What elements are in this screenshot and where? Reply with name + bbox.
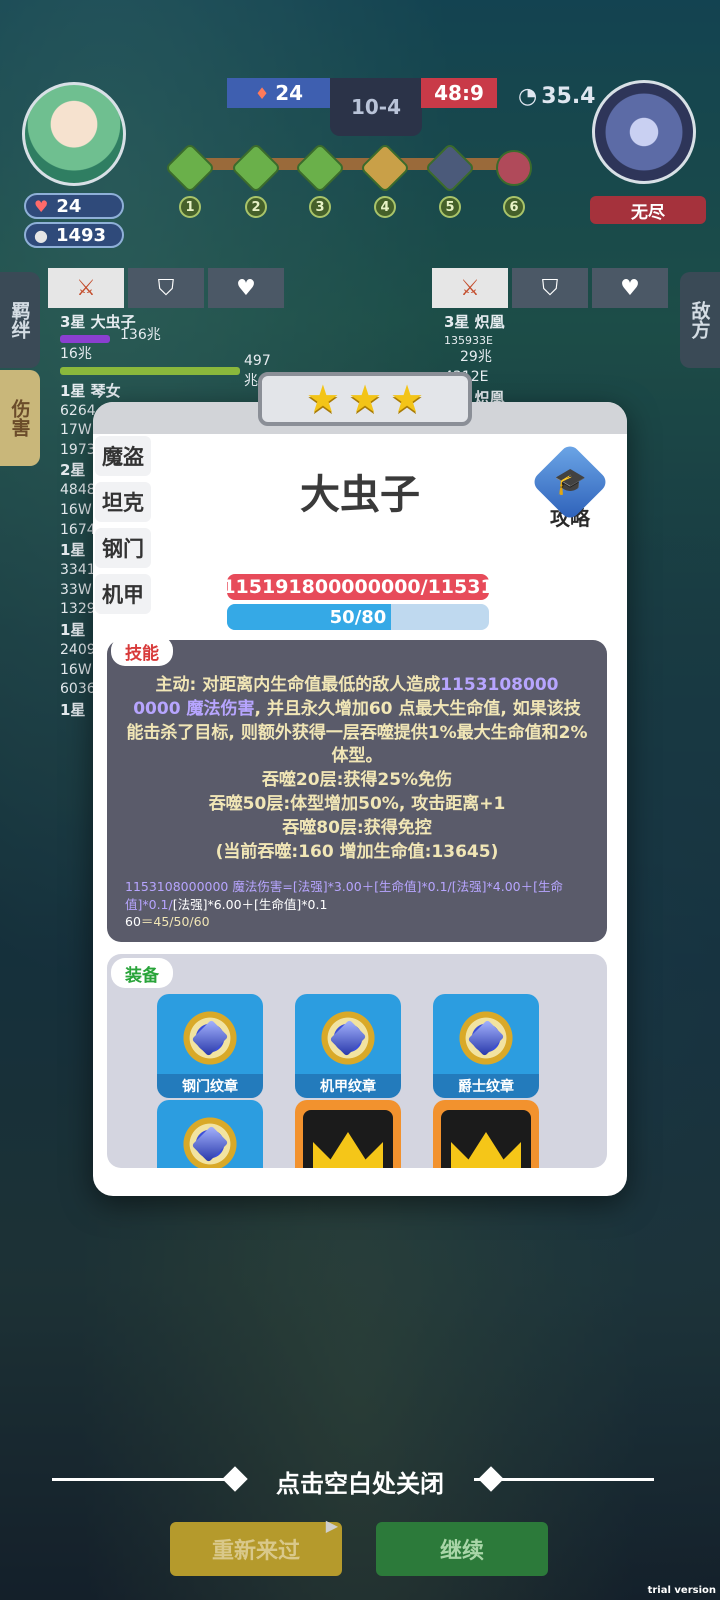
mana-bar: 50/80	[227, 604, 489, 630]
equipment-slot[interactable]: 钢门纹章	[157, 994, 263, 1098]
stage-num-4: 4	[374, 196, 396, 218]
skill-line: (当前吞噬:160 增加生命值:13645)	[215, 841, 499, 862]
heart-icon: ♥	[34, 196, 49, 216]
equipment-slot[interactable]	[295, 1100, 401, 1168]
shield-icon: ⛉	[157, 275, 175, 301]
sword-icon: ⚔	[76, 275, 96, 301]
retry-label: 重新来过	[211, 1539, 300, 1564]
shield-tab[interactable]: ⛉	[128, 268, 204, 308]
divider-line	[474, 1478, 654, 1481]
coin-icon: ●	[34, 225, 48, 245]
tab-enemy[interactable]: 敌方	[680, 272, 720, 368]
right-damage-list: 3星 炽凰 135933E 29兆 4312E 3星 炽凰	[444, 312, 664, 409]
stage-num-2: 2	[245, 196, 267, 218]
sword-icon: ⚔	[460, 275, 480, 301]
star-rating: ★ ★ ★	[258, 372, 472, 426]
unit-row-value: 29兆	[460, 349, 492, 366]
skill-section: 技能 主动: 对距离内生命值最低的敌人造成1153108000 0000 魔法伤…	[107, 636, 607, 942]
tab-damage[interactable]: 伤害	[0, 370, 40, 466]
player-avatar[interactable]	[22, 82, 126, 186]
crown-icon	[441, 1110, 531, 1168]
continue-button[interactable]: 继续	[376, 1522, 548, 1576]
unit-row-title: 3星 大虫子	[60, 313, 136, 331]
enemy-name: 无尽	[590, 196, 706, 224]
damage-bar	[60, 366, 240, 375]
skill-line: 吞噬80层:获得免控	[282, 817, 432, 838]
enemy-avatar[interactable]	[592, 80, 696, 184]
stage-num-1: 1	[179, 196, 201, 218]
skill-tag: 技能	[111, 636, 173, 666]
timer-value: 35.4	[541, 84, 596, 109]
skill-description: 主动: 对距离内生命值最低的敌人造成1153108000 0000 魔法伤害, …	[125, 674, 589, 864]
equipment-section: 装备 钢门纹章 机甲纹章 爵士纹章	[107, 954, 607, 1168]
class-tag[interactable]: 钢门	[95, 528, 151, 568]
player-gold-value: 1493	[55, 224, 107, 246]
stage-num-3: 3	[309, 196, 331, 218]
shield-icon: ⛉	[541, 275, 559, 301]
equipment-label: 钢门纹章	[157, 1074, 263, 1098]
emblem-icon	[180, 1112, 240, 1168]
heart-icon: ♥	[236, 275, 256, 301]
skill-line: 主动: 对距离内生命值最低的敌人造成	[155, 675, 441, 695]
blue-score: ♦ 24	[227, 78, 331, 108]
shield-tab[interactable]: ⛉	[512, 268, 588, 308]
equipment-slot[interactable]: 爵士纹章	[433, 994, 539, 1098]
unit-row-title: 3星 炽凰	[444, 313, 505, 331]
damage-bar	[60, 335, 110, 343]
sword-tab[interactable]: ⚔	[432, 268, 508, 308]
equipment-label: 机甲纹章	[295, 1074, 401, 1098]
star-icon: ★	[347, 377, 383, 421]
emblem-icon	[318, 1006, 378, 1070]
skill-line: 吞噬20层:获得25%免伤	[261, 770, 453, 791]
formula-line: 60	[125, 914, 141, 930]
unit-detail-modal: ★ ★ ★ 魔盗 坦克 钢门 机甲 大虫子 🎓 攻略 1151918000000…	[93, 372, 627, 1196]
heart-tab[interactable]: ♥	[208, 268, 284, 308]
heart-tab[interactable]: ♥	[592, 268, 668, 308]
video-icon: ▶	[325, 1516, 338, 1535]
skill-formula: 1153108000000 魔法伤害=[法强]*3.00＋[生命值]*0.1/[…	[125, 878, 589, 931]
equip-tag: 装备	[111, 958, 173, 988]
equipment-slot[interactable]: 机甲纹章	[295, 994, 401, 1098]
retry-button[interactable]: 重新来过 ▶	[170, 1516, 342, 1576]
player-hp-value: 24	[56, 195, 82, 217]
skill-damage-value: 1153108000	[440, 675, 559, 695]
right-panel-tabs: ⚔ ⛉ ♥	[432, 268, 668, 308]
emblem-icon	[456, 1006, 516, 1070]
sword-tab[interactable]: ⚔	[48, 268, 124, 308]
equipment-slot[interactable]	[433, 1100, 539, 1168]
round-indicator: 10-4	[330, 78, 422, 136]
heart-icon: ♥	[620, 275, 640, 301]
stage-num-6: 6	[503, 196, 525, 218]
emblem-icon	[180, 1006, 240, 1070]
player-hp-chip: ♥ 24	[24, 193, 124, 219]
star-icon: ★	[390, 377, 425, 421]
mana-text: 50/80	[329, 606, 387, 628]
strategy-button[interactable]: 🎓 攻略	[530, 442, 610, 531]
left-panel-tabs: ⚔ ⛉ ♥	[48, 268, 284, 308]
close-hint: 点击空白处关闭	[276, 1470, 444, 1498]
star-icon: ★	[305, 377, 340, 421]
unit-row-value: 135933E	[444, 334, 493, 347]
trial-watermark: trial version	[647, 1585, 716, 1596]
skill-line: 吞噬50层:体型增加50%, 攻击距离+1	[208, 793, 506, 814]
flame-icon: ♦	[254, 83, 270, 103]
unit-row-value: 4312E	[444, 368, 664, 388]
tab-bond[interactable]: 羁绊	[0, 272, 40, 368]
formula-line: ＝45/50/60	[140, 914, 210, 930]
red-score: 48:9	[421, 78, 497, 108]
crown-icon	[303, 1110, 393, 1168]
stage-node-6	[496, 150, 532, 186]
clock-icon: ◔	[518, 84, 538, 109]
timer: ◔ 35.4	[518, 84, 595, 109]
equipment-slot[interactable]	[157, 1100, 263, 1168]
blue-score-value: 24	[275, 81, 304, 105]
player-gold-chip: ● 1493	[24, 222, 124, 248]
skill-damage-type: 0000 魔法伤害	[133, 698, 255, 719]
formula-line: [法强]*6.00＋[生命值]*0.1	[172, 896, 328, 912]
stage-num-5: 5	[439, 196, 461, 218]
unit-row-value: 136兆	[120, 327, 161, 343]
hp-bar: 115191800000000/11531	[222, 574, 494, 600]
class-tag[interactable]: 机甲	[95, 574, 151, 614]
equipment-label: 爵士纹章	[433, 1074, 539, 1098]
